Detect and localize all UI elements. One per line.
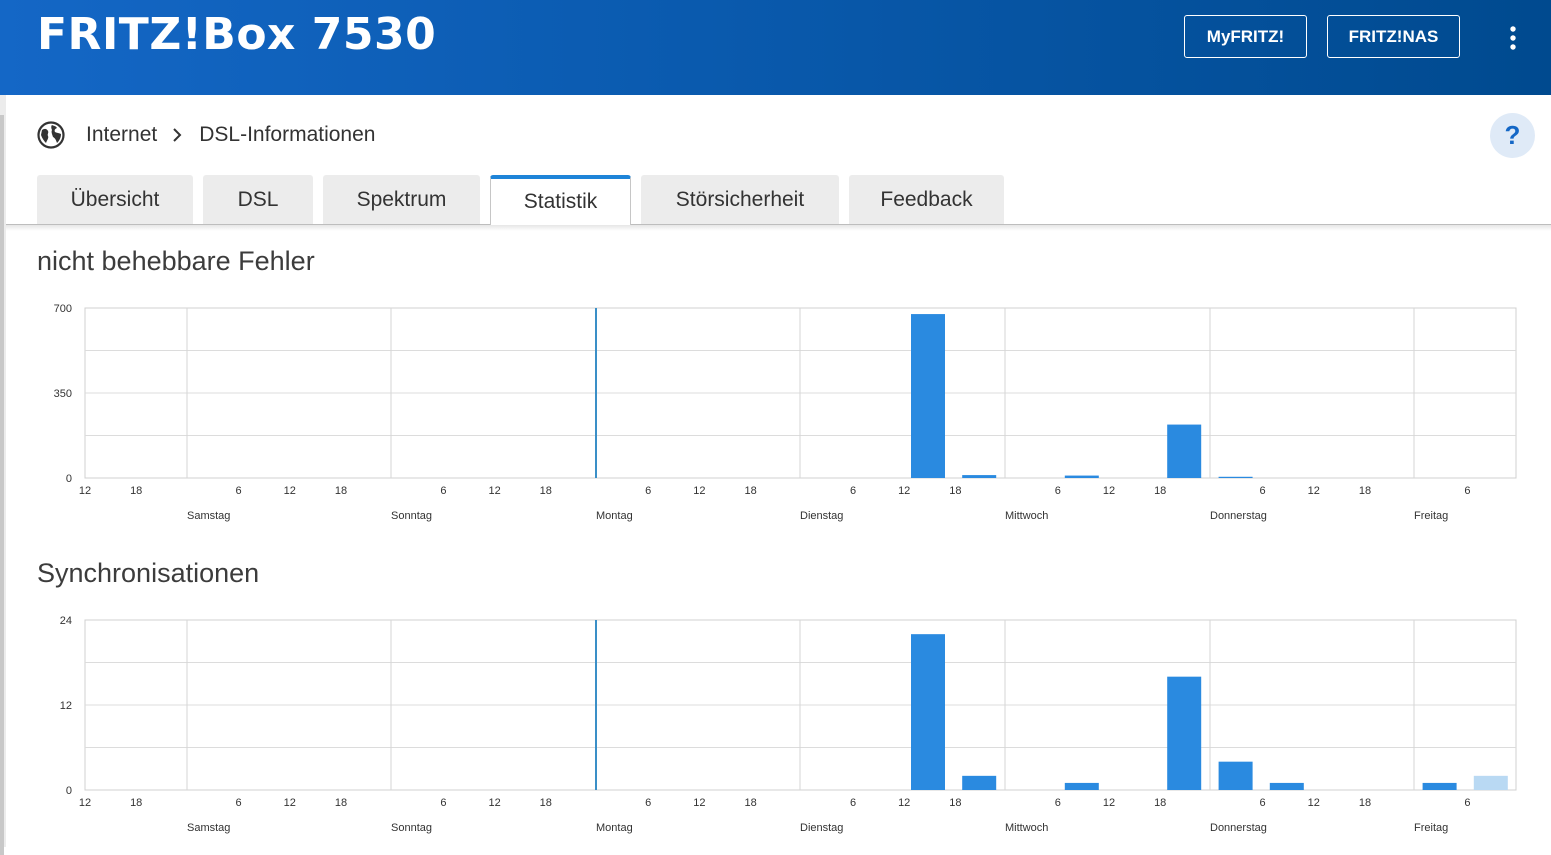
x-tick-label: 12 — [1103, 485, 1115, 497]
x-tick-label: 12 — [898, 797, 910, 809]
x-tick-label: 12 — [1308, 797, 1320, 809]
data-bar — [1064, 782, 1099, 790]
fritznas-button[interactable]: FRITZ!NAS — [1327, 15, 1460, 58]
chevron-right-icon — [173, 128, 182, 142]
x-tick-label: 12 — [1308, 485, 1320, 497]
data-bar — [1422, 782, 1457, 790]
x-tick-label: 18 — [1359, 797, 1371, 809]
data-bar — [962, 475, 997, 478]
x-tick-label: 18 — [130, 485, 142, 497]
x-tick-label: 12 — [284, 485, 296, 497]
day-label: Dienstag — [800, 822, 843, 834]
y-tick-label: 350 — [54, 388, 72, 400]
day-label: Sonntag — [391, 510, 432, 522]
data-bar — [1167, 424, 1202, 478]
globe-icon — [37, 121, 65, 149]
myfritz-button[interactable]: MyFRITZ! — [1184, 15, 1307, 58]
x-tick-label: 6 — [850, 485, 856, 497]
x-tick-label: 12 — [693, 797, 705, 809]
y-tick-label: 0 — [66, 473, 72, 485]
x-tick-label: 12 — [693, 485, 705, 497]
day-label: Freitag — [1414, 822, 1448, 834]
day-label: Freitag — [1414, 510, 1448, 522]
tab-dsl[interactable]: DSL — [203, 175, 313, 224]
data-bar — [911, 314, 945, 478]
breadcrumb-item-dsl-informationen: DSL-Informationen — [199, 123, 376, 146]
x-tick-label: 18 — [744, 485, 756, 497]
x-tick-label: 12 — [898, 485, 910, 497]
data-bar — [1218, 476, 1253, 478]
x-tick-label: 6 — [1260, 485, 1266, 497]
x-tick-label: 6 — [236, 485, 242, 497]
x-tick-label: 18 — [335, 797, 347, 809]
x-tick-label: 18 — [130, 797, 142, 809]
day-label: Sonntag — [391, 822, 432, 834]
product-title: FRITZ!Box 7530 — [37, 9, 437, 60]
y-tick-label: 0 — [66, 785, 72, 797]
x-tick-label: 18 — [1359, 485, 1371, 497]
x-tick-label: 12 — [1103, 797, 1115, 809]
help-button[interactable]: ? — [1490, 113, 1535, 158]
day-label: Mittwoch — [1005, 510, 1048, 522]
errors-chart: 0 350 700 12 18 6 12 18 6 12 18 6 12 18 6 12 18 6 12 18 6 12 1… — [54, 303, 1517, 522]
day-label: Dienstag — [800, 510, 843, 522]
tab-uebersicht[interactable]: Übersicht — [37, 175, 193, 224]
x-tick-label: 12 — [488, 797, 500, 809]
day-label: Donnerstag — [1210, 822, 1267, 834]
y-tick-label: 12 — [60, 700, 72, 712]
data-bar — [962, 775, 997, 790]
data-bar — [1473, 775, 1508, 790]
x-tick-label: 18 — [744, 797, 756, 809]
x-tick-label: 6 — [1464, 485, 1470, 497]
x-tick-label: 6 — [236, 797, 242, 809]
x-tick-label: 18 — [1154, 485, 1166, 497]
x-tick-label: 6 — [1464, 797, 1470, 809]
x-tick-label: 6 — [440, 485, 446, 497]
more-vertical-icon[interactable] — [1503, 25, 1523, 51]
data-bar — [911, 634, 945, 790]
tab-statistik[interactable]: Statistik — [490, 175, 631, 225]
tab-stoersicherheit[interactable]: Störsicherheit — [641, 175, 839, 224]
x-tick-label: 18 — [949, 485, 961, 497]
x-tick-label: 12 — [79, 485, 91, 497]
x-tick-label: 6 — [1055, 797, 1061, 809]
x-tick-label: 6 — [1055, 485, 1061, 497]
breadcrumb: Internet DSL-Informationen — [37, 119, 375, 151]
x-tick-label: 18 — [1154, 797, 1166, 809]
x-tick-label: 12 — [488, 485, 500, 497]
x-tick-label: 12 — [284, 797, 296, 809]
day-label: Mittwoch — [1005, 822, 1048, 834]
x-tick-label: 6 — [850, 797, 856, 809]
x-tick-label: 6 — [1260, 797, 1266, 809]
day-label: Montag — [596, 510, 633, 522]
x-tick-label: 6 — [645, 797, 651, 809]
tab-shadow — [6, 225, 1551, 231]
x-tick-label: 18 — [540, 797, 552, 809]
data-bar — [1064, 475, 1099, 478]
x-tick-label: 6 — [645, 485, 651, 497]
day-label: Donnerstag — [1210, 510, 1267, 522]
tab-feedback[interactable]: Feedback — [849, 175, 1004, 224]
x-tick-label: 18 — [540, 485, 552, 497]
day-label: Montag — [596, 822, 633, 834]
y-tick-label: 700 — [54, 303, 72, 315]
breadcrumb-item-internet[interactable]: Internet — [86, 123, 157, 147]
data-bar — [1167, 676, 1202, 790]
data-bar — [1269, 782, 1304, 790]
day-label: Samstag — [187, 510, 230, 522]
data-bar — [1218, 761, 1253, 790]
header-bar: FRITZ!Box 7530 MyFRITZ! FRITZ!NAS — [0, 0, 1551, 95]
x-tick-label: 18 — [949, 797, 961, 809]
section-title-errors: nicht behebbare Fehler — [37, 246, 315, 276]
x-tick-label: 6 — [440, 797, 446, 809]
sync-chart: 0 12 24 12 18 6 12 18 6 12 18 6 12 18 6 12 18 6 12 18 6 12 18 6… — [60, 615, 1517, 834]
x-tick-label: 12 — [79, 797, 91, 809]
section-title-sync: Synchronisationen — [37, 558, 260, 588]
x-tick-label: 18 — [335, 485, 347, 497]
y-tick-label: 24 — [60, 615, 72, 627]
day-label: Samstag — [187, 822, 230, 834]
tab-spektrum[interactable]: Spektrum — [323, 175, 480, 224]
